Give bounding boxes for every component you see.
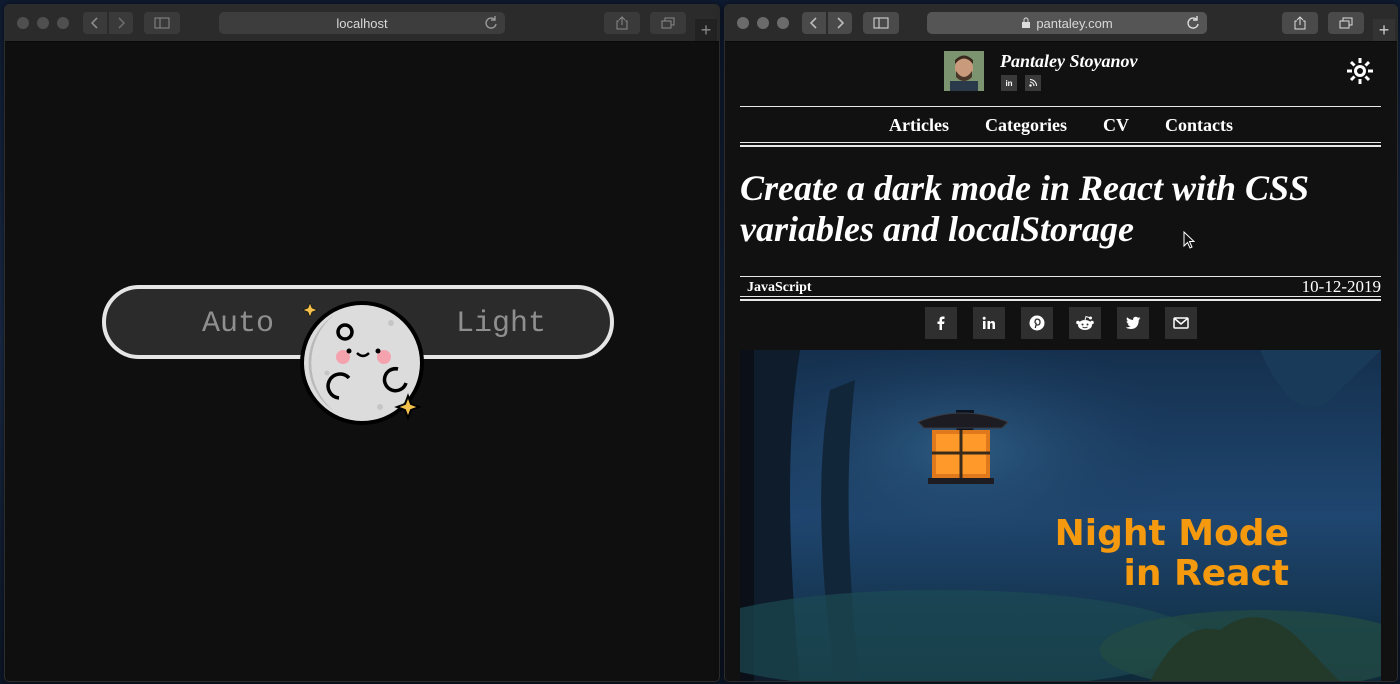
nav-articles[interactable]: Articles	[871, 108, 967, 142]
rss-icon[interactable]	[1025, 75, 1041, 91]
title-line-1: Create a dark mode in React with CSS	[740, 168, 1310, 208]
share-icon	[1294, 16, 1306, 30]
tabs-button[interactable]	[1328, 12, 1364, 34]
share-icon	[616, 16, 628, 30]
nav-contacts[interactable]: Contacts	[1147, 108, 1251, 142]
reload-icon[interactable]	[483, 15, 499, 31]
sidebar-icon	[873, 17, 889, 29]
article-title: Create a dark mode in React with CSS var…	[740, 168, 1370, 250]
tabs-button[interactable]	[650, 12, 686, 34]
close-dot[interactable]	[737, 17, 749, 29]
share-pinterest-button[interactable]	[1021, 307, 1053, 339]
meta-divider-top	[740, 276, 1381, 277]
forward-button[interactable]	[109, 12, 133, 34]
twitter-icon	[1125, 316, 1141, 329]
share-button[interactable]	[1282, 12, 1318, 34]
hero-caption: Night Mode in React	[1055, 514, 1289, 594]
minimize-dot[interactable]	[37, 17, 49, 29]
lock-icon	[1022, 17, 1031, 28]
chevron-left-icon	[90, 17, 98, 29]
hero-line-2: in React	[1123, 553, 1289, 594]
right-browser-window: pantaley.com + Pantaley Stoyanov in Arti…	[724, 4, 1398, 682]
sidebar-icon	[154, 17, 170, 29]
email-icon	[1173, 317, 1189, 329]
share-facebook-button[interactable]	[925, 307, 957, 339]
linkedin-icon	[982, 316, 995, 329]
mouse-cursor-icon	[1183, 231, 1195, 249]
reload-icon[interactable]	[1185, 15, 1201, 31]
nav-divider-top	[740, 142, 1381, 143]
author-photo	[944, 51, 984, 91]
title-line-2: variables and localStorage	[740, 209, 1134, 249]
facebook-icon	[937, 316, 945, 330]
nav-categories[interactable]: Categories	[967, 108, 1085, 142]
meta-divider-mid	[740, 296, 1381, 297]
toggle-label-light: Light	[456, 307, 547, 341]
hero-image: Night Mode in React	[740, 350, 1381, 681]
new-tab-button[interactable]: +	[1373, 19, 1395, 41]
rss-glyph	[1029, 79, 1037, 87]
header-divider	[740, 106, 1381, 107]
url-text: pantaley.com	[1036, 15, 1113, 31]
right-toolbar: pantaley.com +	[725, 5, 1397, 42]
share-email-button[interactable]	[1165, 307, 1197, 339]
hero-line-1: Night Mode	[1054, 513, 1289, 554]
new-tab-button[interactable]: +	[695, 19, 717, 41]
nav-cv[interactable]: CV	[1085, 108, 1147, 142]
toggle-label-auto: Auto	[202, 307, 275, 341]
sidebar-button[interactable]	[144, 12, 180, 34]
tabs-icon	[661, 17, 675, 29]
linkedin-small-icon[interactable]: in	[1001, 75, 1017, 91]
address-bar[interactable]: pantaley.com	[927, 12, 1207, 34]
left-browser-window: localhost + Auto Light	[4, 4, 720, 682]
forward-button[interactable]	[828, 12, 852, 34]
article-category[interactable]: JavaScript	[747, 280, 812, 296]
chevron-right-icon	[837, 17, 845, 29]
avatar	[944, 51, 984, 91]
sun-icon[interactable]	[1347, 58, 1373, 84]
chevron-right-icon	[118, 17, 126, 29]
share-button[interactable]	[604, 12, 640, 34]
author-name[interactable]: Pantaley Stoyanov	[1000, 51, 1138, 72]
back-button[interactable]	[802, 12, 826, 34]
article-date: 10-12-2019	[1301, 277, 1381, 296]
share-linkedin-button[interactable]	[973, 307, 1005, 339]
close-dot[interactable]	[17, 17, 29, 29]
tabs-icon	[1339, 17, 1353, 29]
meta-divider-bottom	[740, 299, 1381, 301]
moon-toggle-knob-icon[interactable]	[294, 295, 426, 427]
url-text: localhost	[336, 15, 388, 31]
nav-divider-bottom	[740, 145, 1381, 147]
left-toolbar: localhost +	[5, 5, 719, 42]
minimize-dot[interactable]	[757, 17, 769, 29]
share-reddit-button[interactable]	[1069, 307, 1101, 339]
zoom-dot[interactable]	[57, 17, 69, 29]
sidebar-button[interactable]	[863, 12, 899, 34]
pinterest-icon	[1029, 315, 1045, 331]
blog-page: Pantaley Stoyanov in Articles Categories…	[725, 42, 1397, 681]
share-twitter-button[interactable]	[1117, 307, 1149, 339]
address-bar[interactable]: localhost	[219, 12, 505, 34]
chevron-left-icon	[809, 17, 817, 29]
zoom-dot[interactable]	[777, 17, 789, 29]
back-button[interactable]	[83, 12, 107, 34]
reddit-icon	[1076, 315, 1094, 330]
main-nav: Articles Categories CV Contacts	[725, 108, 1397, 142]
